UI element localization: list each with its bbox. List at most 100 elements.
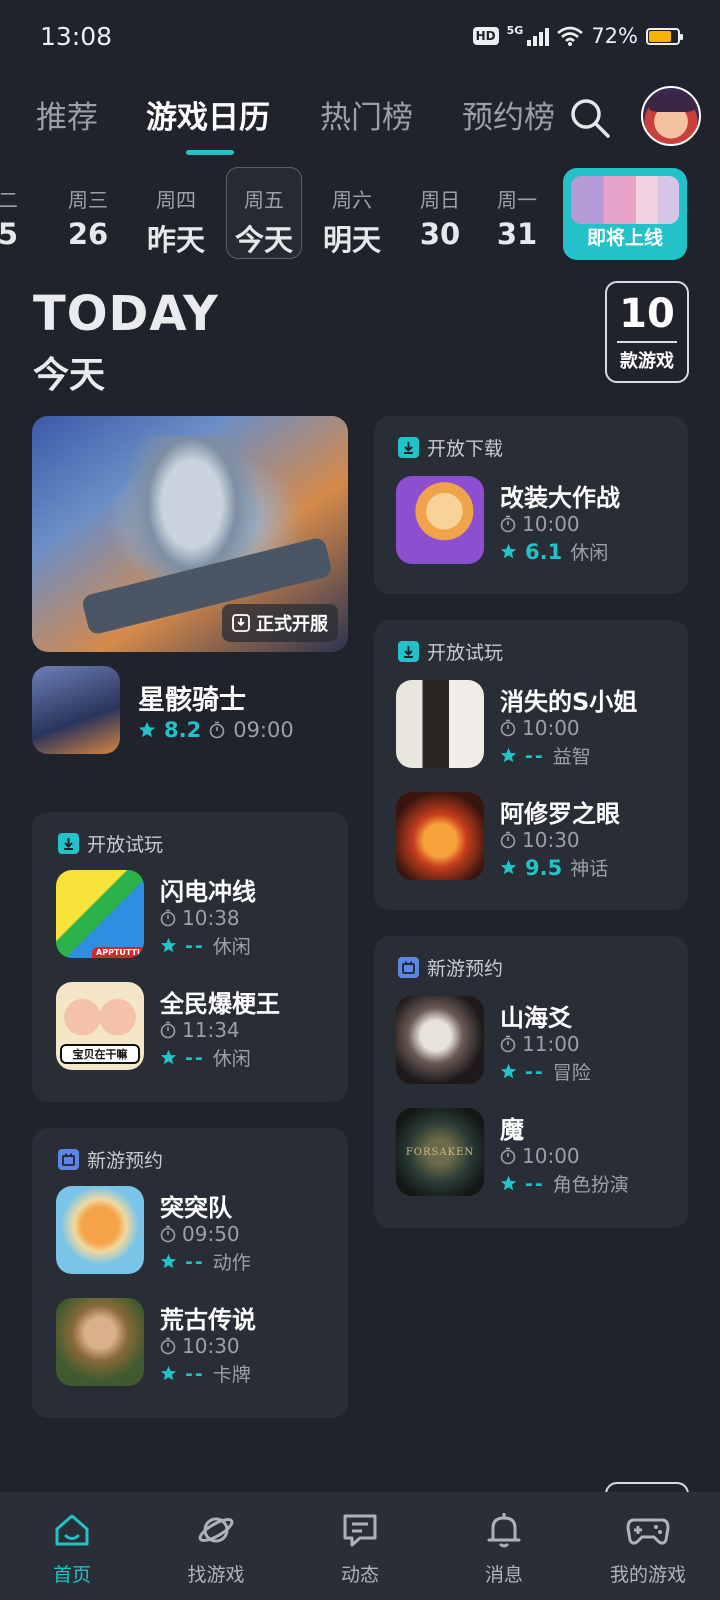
game-icon	[56, 1298, 144, 1386]
card-open-trial-left: 开放试玩 APPTUTTI 闪电冲线 10:38 -- 休闲 宝贝在干嘛 全民爆梗…	[32, 812, 348, 1102]
card-open-download: 开放下载 改装大作战 10:00 6.1 休闲	[374, 416, 688, 594]
card-open-trial-right: 开放试玩 消失的S小姐 10:00 -- 益智 阿修罗之眼 10:30 9.5 神话	[374, 620, 688, 910]
download-box-icon	[232, 614, 250, 632]
card-title: 新游预约	[87, 1150, 164, 1172]
card-title: 开放试玩	[427, 642, 504, 664]
game-item-gaizhuang[interactable]: 改装大作战 10:00 6.1 休闲	[396, 476, 676, 566]
status-time: 13:08	[40, 22, 113, 51]
star-icon	[160, 1253, 177, 1269]
apptutti-badge-text: APPTUTTI	[92, 947, 144, 958]
day-sunday[interactable]: 周日 30	[400, 184, 480, 251]
featured-banner[interactable]: 正式开服	[32, 416, 348, 652]
game-icon: FORSAKEN	[396, 1108, 484, 1196]
timer-icon	[500, 1147, 516, 1165]
star-icon	[500, 543, 517, 559]
star-icon	[500, 1175, 517, 1191]
card-preorder-left: 新游预约 突突队 09:50 -- 动作 荒古传说 10:30 -- 卡牌	[32, 1128, 348, 1418]
launch-badge: 正式开服	[222, 604, 338, 642]
featured-game-icon[interactable]	[32, 666, 120, 754]
game-item-quanmin[interactable]: 宝贝在干嘛 全民爆梗王 11:34 -- 休闲	[56, 982, 336, 1072]
upcoming-thumbnails	[571, 176, 679, 224]
avatar[interactable]	[641, 86, 701, 146]
planet-icon	[198, 1517, 234, 1543]
meme-caption-text: 宝贝在干嘛	[60, 1044, 140, 1064]
game-icon: APPTUTTI	[56, 870, 144, 958]
game-item-tututui[interactable]: 突突队 09:50 -- 动作	[56, 1186, 336, 1276]
timer-icon	[160, 1021, 176, 1039]
timer-icon	[500, 515, 516, 533]
nav-feed[interactable]: 动态	[300, 1510, 420, 1587]
day-friday[interactable]: 周五 今天	[224, 184, 304, 259]
download-icon	[58, 833, 79, 854]
download-icon	[398, 641, 419, 662]
day-wednesday[interactable]: 周三 26	[48, 184, 128, 251]
tab-recommend[interactable]: 推荐	[36, 92, 98, 137]
bell-icon	[487, 1513, 521, 1548]
card-title: 开放试玩	[87, 834, 164, 856]
wifi-icon	[557, 26, 584, 46]
game-count-badge: 10 款游戏	[605, 281, 689, 383]
day-tuesday[interactable]: 二5	[0, 184, 48, 251]
timer-icon	[160, 909, 176, 927]
star-icon	[138, 721, 156, 738]
today-title-en: TODAY	[33, 286, 219, 342]
featured-game-meta: 8.2 09:00	[138, 718, 294, 742]
star-icon	[160, 1365, 177, 1381]
forsaken-logo-text: FORSAKEN	[405, 1146, 475, 1158]
signal-icon	[527, 26, 550, 46]
tab-game-calendar[interactable]: 游戏日历	[146, 92, 270, 137]
star-icon	[500, 747, 517, 763]
gamepad-icon	[626, 1518, 670, 1545]
today-title-cn: 今天	[33, 355, 106, 396]
game-item-mo[interactable]: FORSAKEN 魔 10:00 -- 角色扮演	[396, 1108, 676, 1198]
timer-icon	[500, 1035, 516, 1053]
chat-icon	[343, 1514, 377, 1547]
featured-game-name[interactable]: 星骸骑士	[138, 678, 246, 717]
download-icon	[398, 437, 419, 458]
tab-preorder-list[interactable]: 预约榜	[462, 92, 554, 137]
game-item-xiaoshi[interactable]: 消失的S小姐 10:00 -- 益智	[396, 680, 676, 770]
search-button[interactable]	[566, 94, 614, 142]
timer-icon	[160, 1225, 176, 1243]
game-icon	[396, 792, 484, 880]
game-item-huanggu[interactable]: 荒古传说 10:30 -- 卡牌	[56, 1298, 336, 1388]
hd-icon: HD	[472, 27, 499, 45]
search-icon	[571, 99, 610, 138]
timer-icon	[500, 719, 516, 737]
battery-percent: 72%	[591, 24, 638, 48]
nav-home[interactable]: 首页	[12, 1510, 132, 1587]
card-preorder-right: 新游预约 山海爻 11:00 -- 冒险 FORSAKEN 魔 10:00 -- 角…	[374, 936, 688, 1228]
network-type: 5G	[506, 23, 524, 37]
tab-hot-list[interactable]: 热门榜	[320, 92, 413, 137]
nav-my-games[interactable]: 我的游戏	[588, 1510, 708, 1587]
card-title: 开放下载	[427, 438, 504, 460]
game-icon	[396, 996, 484, 1084]
game-item-shanhaiyao[interactable]: 山海爻 11:00 -- 冒险	[396, 996, 676, 1086]
upcoming-button[interactable]: 即将上线	[563, 168, 687, 260]
tab-underline	[186, 150, 234, 155]
card-title: 新游预约	[427, 958, 504, 980]
home-icon	[55, 1514, 89, 1546]
timer-icon	[209, 721, 225, 739]
calendar-icon	[58, 1149, 79, 1170]
game-icon	[56, 1186, 144, 1274]
battery-icon	[646, 27, 683, 45]
game-icon: 宝贝在干嘛	[56, 982, 144, 1070]
timer-icon	[160, 1337, 176, 1355]
day-monday[interactable]: 周一 31	[487, 184, 547, 251]
nav-messages[interactable]: 消息	[444, 1510, 564, 1587]
nav-find-games[interactable]: 找游戏	[156, 1510, 276, 1587]
star-icon	[160, 937, 177, 953]
timer-icon	[500, 831, 516, 849]
game-item-axiuluo[interactable]: 阿修罗之眼 10:30 9.5 神话	[396, 792, 676, 882]
game-item-shandian[interactable]: APPTUTTI 闪电冲线 10:38 -- 休闲	[56, 870, 336, 960]
star-icon	[500, 1063, 517, 1079]
game-icon	[396, 476, 484, 564]
star-icon	[160, 1049, 177, 1065]
status-icons: HD 5G 72%	[472, 23, 683, 48]
day-thursday[interactable]: 周四 昨天	[136, 184, 216, 259]
star-icon	[500, 859, 517, 875]
day-saturday[interactable]: 周六 明天	[312, 184, 392, 259]
game-icon	[396, 680, 484, 768]
calendar-icon	[398, 957, 419, 978]
